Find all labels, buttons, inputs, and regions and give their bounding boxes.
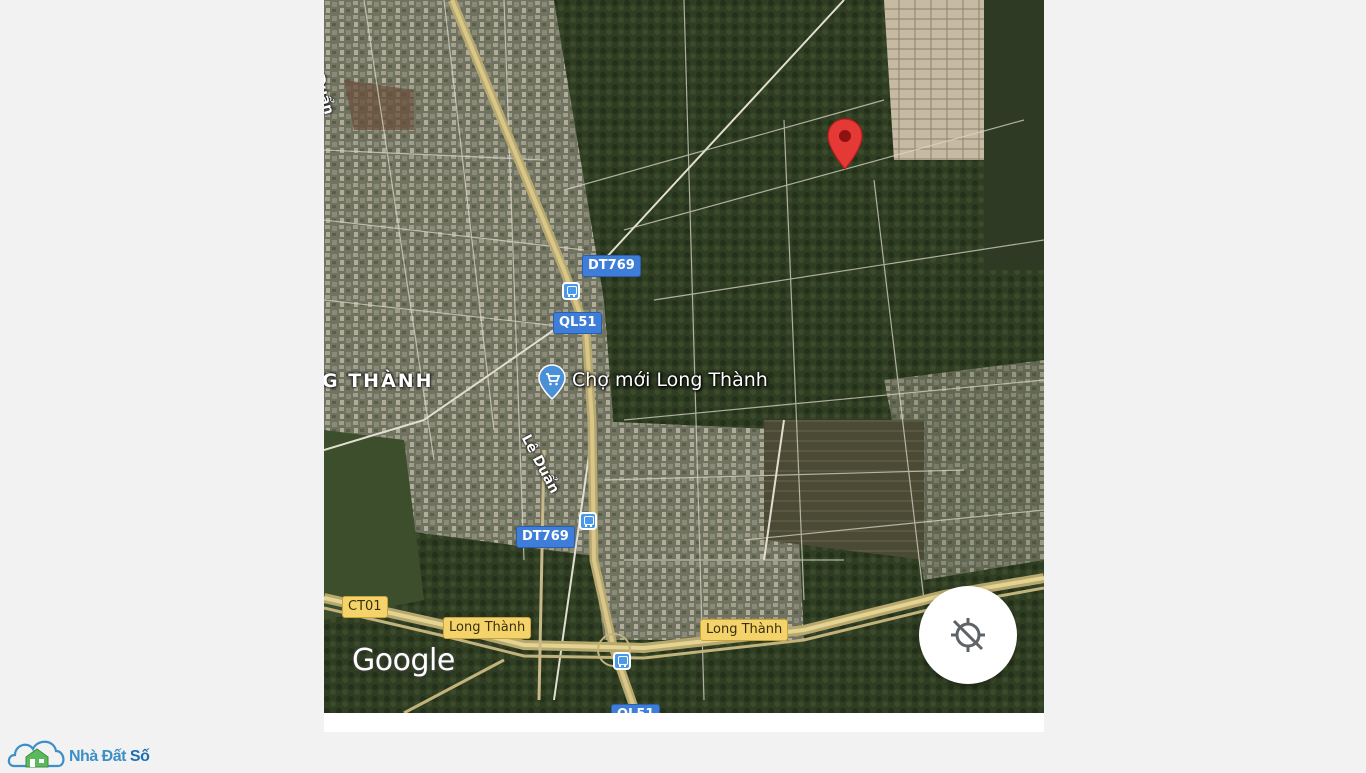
poi-label-cho-moi-long-thanh[interactable]: Chợ mới Long Thành xyxy=(572,369,768,391)
google-logo: Google xyxy=(352,643,455,678)
my-location-button[interactable] xyxy=(919,586,1017,684)
map-container: Lê Duẩn Lê Duẩn G THÀNH DT769 QL51 Chợ m… xyxy=(324,0,1044,732)
road-shield-long-thanh-left[interactable]: Long Thành xyxy=(443,617,532,639)
route-shield-ql51-top[interactable]: QL51 xyxy=(553,312,603,334)
watermark-text: Nhà Đất Số xyxy=(69,748,150,766)
route-shield-ct01[interactable]: CT01 xyxy=(342,596,388,618)
road-shield-long-thanh-right[interactable]: Long Thành xyxy=(700,619,789,641)
shopping-cart-pin-icon[interactable] xyxy=(538,364,566,400)
route-shield-ql51-bottom[interactable]: QL51 xyxy=(611,704,661,713)
watermark-text-part2: Số xyxy=(129,748,150,765)
route-shield-dt769-top[interactable]: DT769 xyxy=(582,255,641,277)
route-shield-dt769-bottom[interactable]: DT769 xyxy=(516,526,575,548)
watermark-text-part1: Nhà Đất xyxy=(69,748,130,765)
bus-stop-icon[interactable] xyxy=(579,512,597,530)
area-label-long-thanh: G THÀNH xyxy=(324,370,434,392)
bus-stop-icon[interactable] xyxy=(613,652,631,670)
red-location-pin-icon[interactable] xyxy=(826,118,864,170)
bus-stop-icon[interactable] xyxy=(562,282,580,300)
location-disabled-icon xyxy=(951,618,985,652)
satellite-map[interactable]: Lê Duẩn Lê Duẩn G THÀNH DT769 QL51 Chợ m… xyxy=(324,0,1044,713)
house-cloud-logo-icon xyxy=(7,740,65,768)
nha-dat-so-watermark: Nhà Đất Số xyxy=(6,733,156,768)
